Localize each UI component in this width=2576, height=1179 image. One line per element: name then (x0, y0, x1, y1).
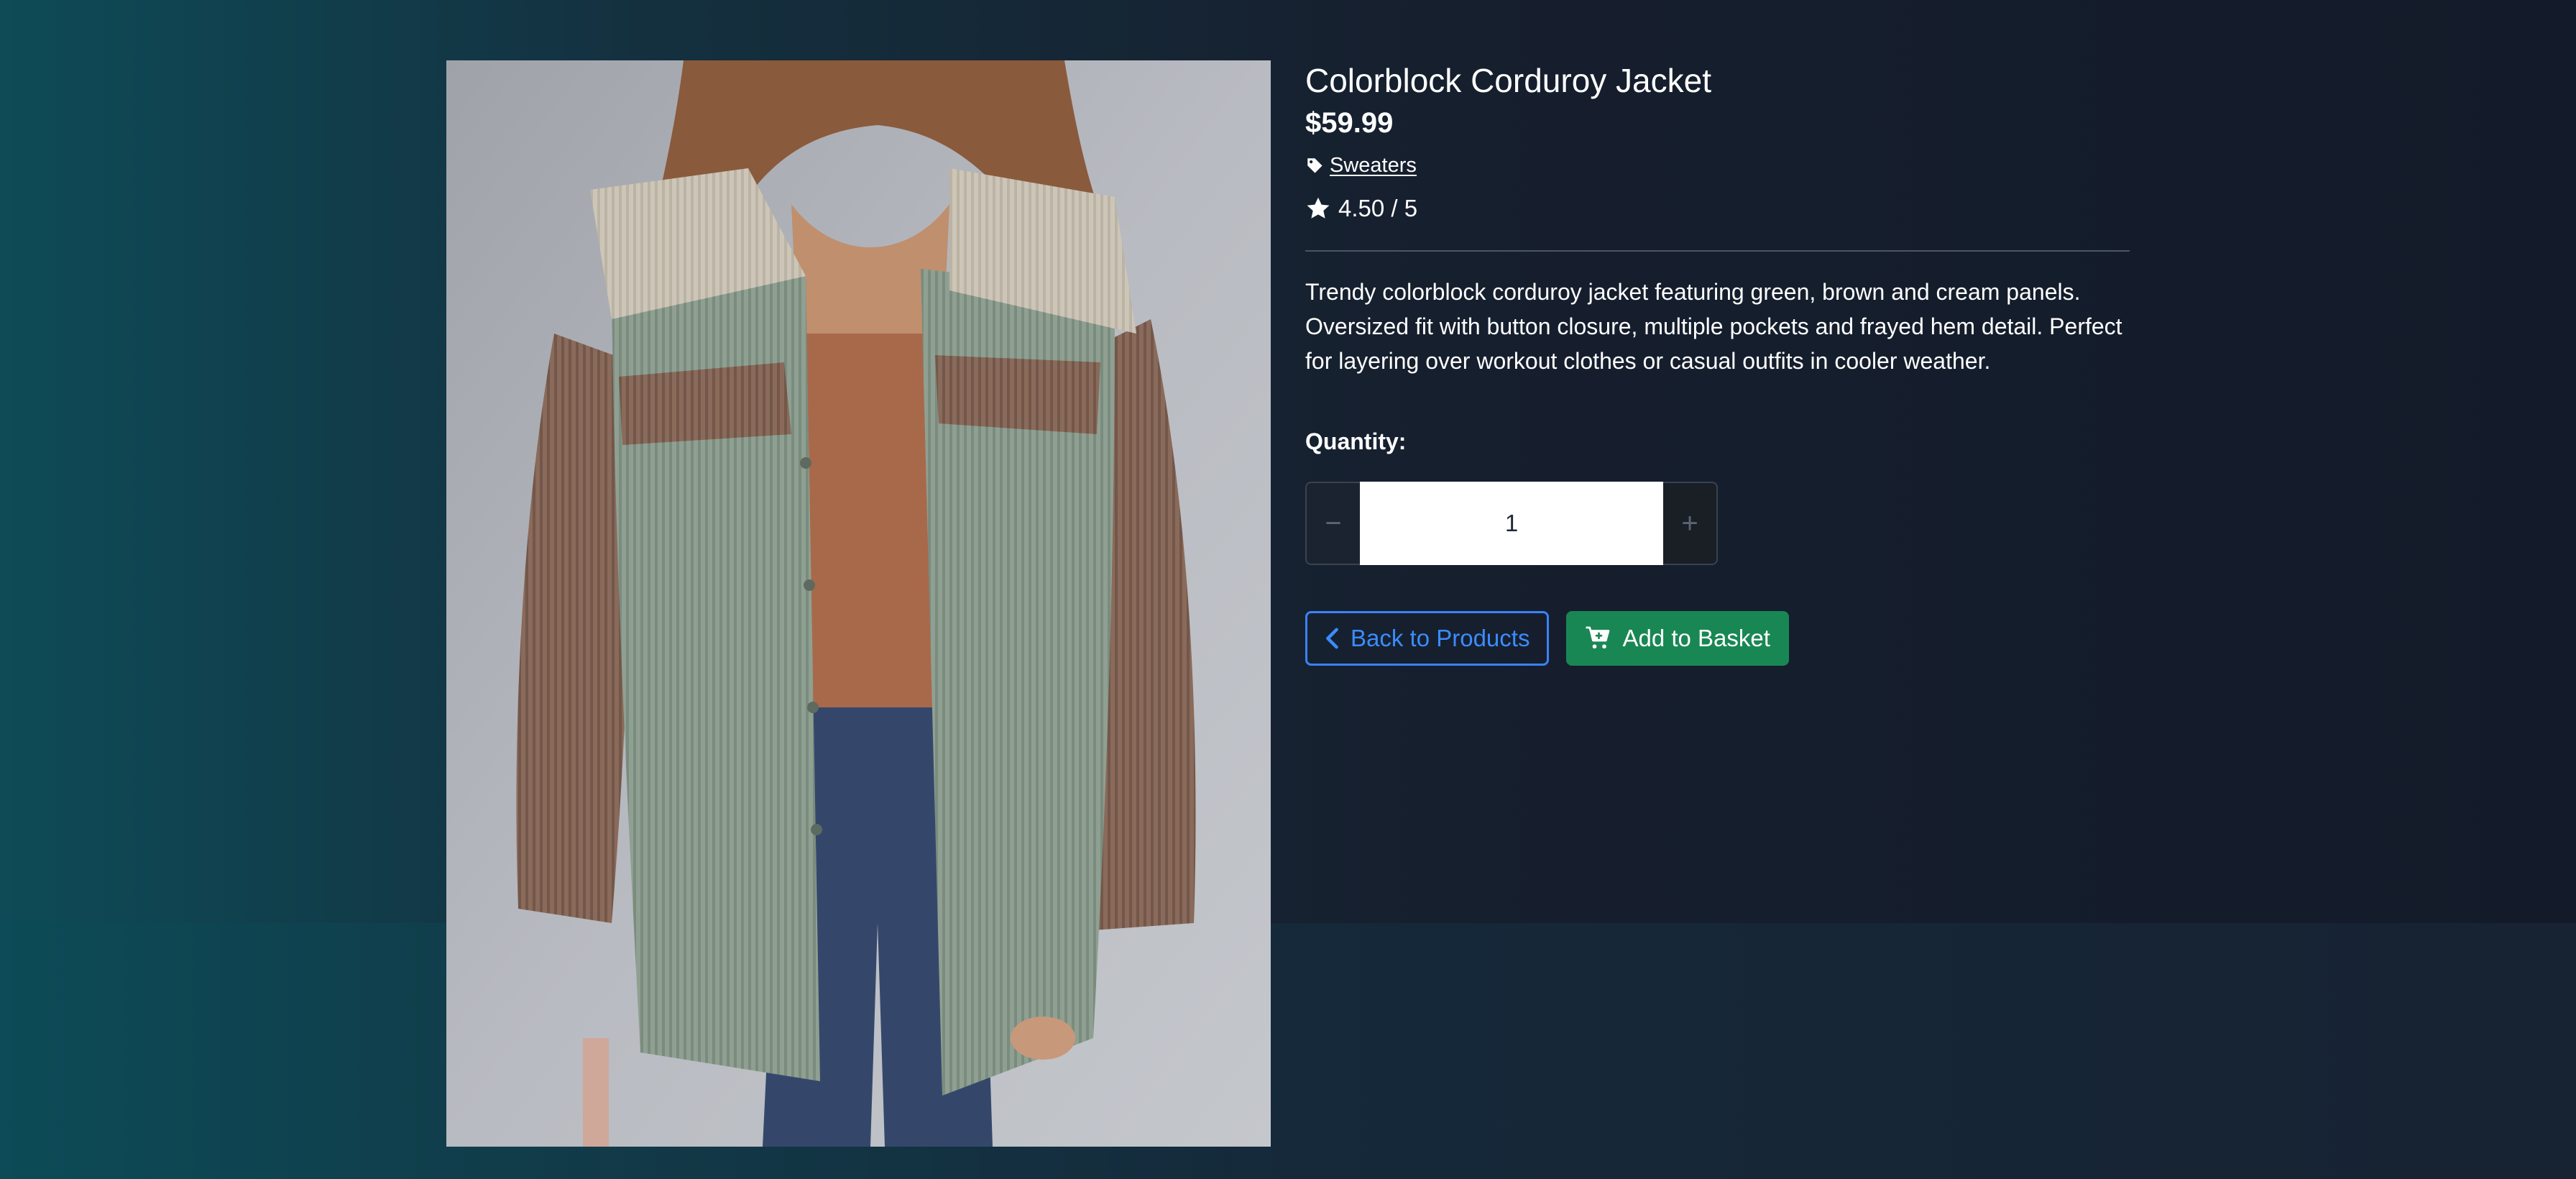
product-price: $59.99 (1305, 107, 1394, 139)
back-to-products-button[interactable]: Back to Products (1305, 611, 1550, 666)
decrease-quantity-button[interactable]: − (1305, 482, 1360, 565)
chevron-left-icon (1326, 628, 1338, 649)
increase-quantity-button[interactable]: + (1663, 482, 1718, 565)
divider (1305, 250, 2130, 252)
action-buttons: Back to Products Add to Basket (1305, 611, 1789, 666)
product-image (446, 60, 1271, 1147)
add-to-basket-button[interactable]: Add to Basket (1566, 611, 1789, 666)
quantity-label: Quantity: (1305, 428, 1407, 454)
product-title: Colorblock Corduroy Jacket (1305, 62, 1712, 99)
star-icon (1307, 197, 1330, 219)
rating-text: 4.50 / 5 (1338, 195, 1418, 221)
back-to-products-label: Back to Products (1351, 625, 1530, 651)
page-background-lower (0, 923, 2576, 1179)
quantity-input[interactable] (1360, 482, 1663, 565)
tag-icon (1307, 158, 1322, 173)
category-link[interactable]: Sweaters (1330, 154, 1417, 178)
add-to-basket-label: Add to Basket (1622, 625, 1770, 651)
quantity-stepper: − + (1305, 482, 1718, 565)
product-rating: 4.50 / 5 (1305, 193, 1417, 224)
page-background-upper (0, 0, 2576, 923)
product-description: Trendy colorblock corduroy jacket featur… (1305, 279, 2122, 374)
product-category: Sweaters (1305, 151, 1417, 180)
cart-plus-icon (1586, 626, 1610, 649)
